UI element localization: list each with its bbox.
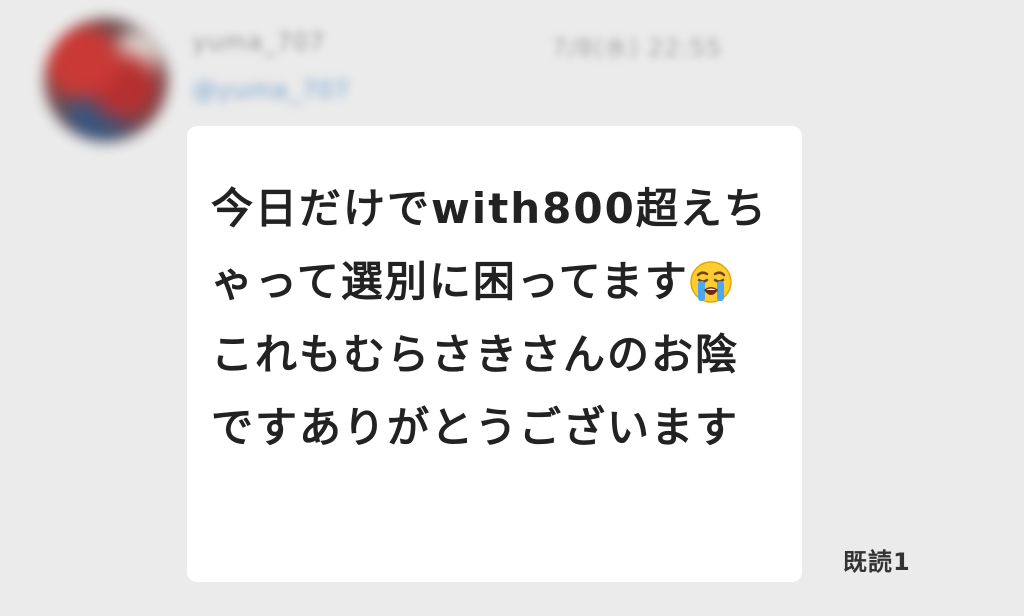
loudly-crying-face-icon: [689, 261, 732, 303]
read-receipt: 既読1: [843, 548, 911, 576]
message-text: 今日だけでwith800超えちゃって選別に困ってます これもむらさきさんのお陰で…: [211, 172, 778, 464]
sender-avatar[interactable]: [44, 18, 168, 142]
sender-name[interactable]: yuma_707: [192, 28, 325, 56]
message-timestamp: 7/8(水) 22:55: [552, 34, 723, 62]
message-bubble[interactable]: 今日だけでwith800超えちゃって選別に困ってます これもむらさきさんのお陰で…: [187, 126, 802, 582]
sender-handle-link[interactable]: @yuma_707: [192, 76, 350, 104]
message-text-part-1: 今日だけでwith800超えちゃって選別に困ってます: [211, 184, 768, 306]
message-text-part-2: これもむらさきさんのお陰ですありがとうございます: [211, 330, 740, 452]
